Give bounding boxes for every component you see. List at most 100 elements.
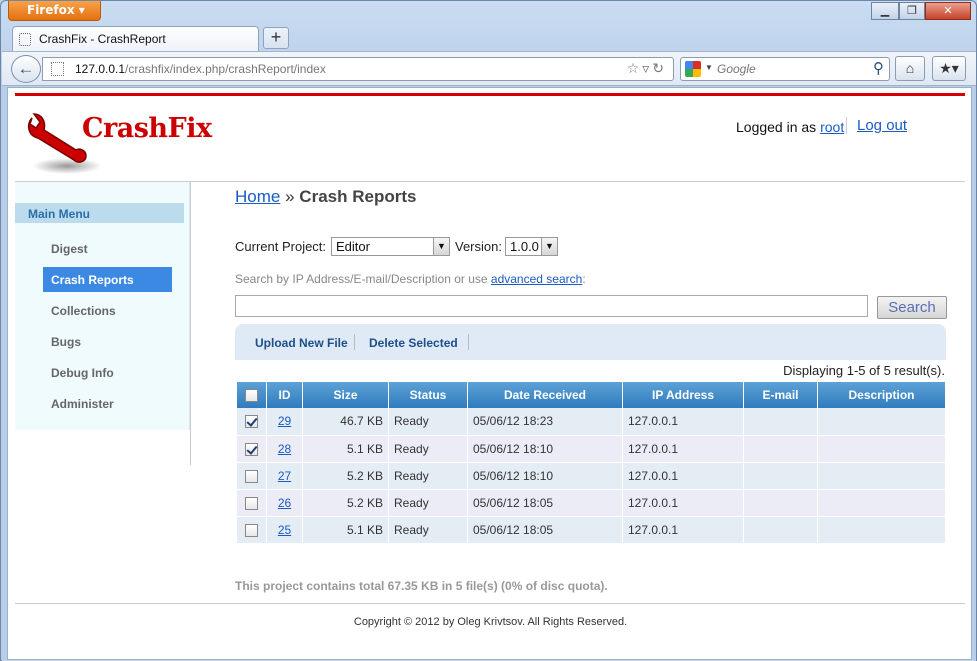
table-row: 26 5.2 KB Ready 05/06/12 18:05 127.0.0.1 <box>236 489 945 517</box>
cell-size: 5.2 KB <box>302 462 389 490</box>
page-favicon-icon <box>19 33 31 46</box>
column-header-size[interactable]: Size <box>302 382 389 408</box>
report-id-link[interactable]: 26 <box>278 496 291 510</box>
username-link[interactable]: root <box>820 119 844 135</box>
row-checkbox[interactable] <box>245 523 258 537</box>
sidebar-item-administer[interactable]: Administer <box>43 391 172 416</box>
maximize-button[interactable]: ❐ <box>899 2 925 20</box>
cell-id: 28 <box>266 435 303 463</box>
footer-copyright: Copyright © 2012 by Oleg Krivtsov. All R… <box>353 616 628 628</box>
column-header-status[interactable]: Status <box>388 382 468 408</box>
column-header-email[interactable]: E-mail <box>743 382 818 408</box>
cell-description <box>817 408 945 436</box>
table-row: 27 5.2 KB Ready 05/06/12 18:10 127.0.0.1 <box>236 462 945 490</box>
cell-email <box>743 516 818 544</box>
crashfix-logo[interactable]: CrashFix <box>22 108 212 183</box>
crash-reports-table: ID Size Status Date Received IP Address … <box>236 382 945 544</box>
action-separator <box>354 334 355 350</box>
cell-ip: 127.0.0.1 <box>622 408 744 436</box>
breadcrumb-separator: » <box>285 187 295 206</box>
upload-new-file-button[interactable]: Upload New File <box>255 336 348 350</box>
row-checkbox[interactable] <box>245 415 258 429</box>
minimize-button[interactable]: ▁ <box>871 2 899 20</box>
breadcrumb-home-link[interactable]: Home <box>235 187 280 206</box>
row-checkbox[interactable] <box>245 496 258 510</box>
cell-size: 5.1 KB <box>302 435 389 463</box>
bookmark-star-icon[interactable]: ☆▿↻ <box>627 60 667 77</box>
logout-link[interactable]: Log out <box>846 117 907 134</box>
url-path: /crashfix/index.php/crashReport/index <box>125 62 326 76</box>
table-row: 25 5.1 KB Ready 05/06/12 18:05 127.0.0.1 <box>236 516 945 544</box>
firefox-menu-button[interactable]: Firefox ▾ <box>8 1 101 21</box>
home-icon[interactable]: ⌂ <box>895 56 925 81</box>
bookmarks-icon[interactable]: ★▾ <box>932 56 966 81</box>
url-host: 127.0.0.1 <box>75 62 126 76</box>
report-id-link[interactable]: 28 <box>278 442 291 456</box>
cell-ip: 127.0.0.1 <box>622 516 744 544</box>
cell-size: 5.1 KB <box>302 516 389 544</box>
footer-divider <box>15 603 965 604</box>
action-bar: Upload New File Delete Selected <box>235 324 946 360</box>
sidebar-divider <box>190 182 191 465</box>
advanced-search-link[interactable]: advanced search <box>491 272 582 286</box>
row-checkbox[interactable] <box>245 469 258 483</box>
report-id-link[interactable]: 27 <box>278 469 291 483</box>
sidebar-item-bugs[interactable]: Bugs <box>43 329 172 354</box>
column-header-ip-address[interactable]: IP Address <box>622 382 744 408</box>
breadcrumb: Home » Crash Reports <box>235 187 416 207</box>
logged-in-label: Logged in as <box>736 119 817 135</box>
cell-date: 05/06/12 18:23 <box>467 408 623 436</box>
chevron-down-icon: ▼ <box>433 238 449 255</box>
close-window-button[interactable]: ✕ <box>925 2 971 20</box>
new-tab-button[interactable]: + <box>263 27 289 49</box>
sidebar-item-collections[interactable]: Collections <box>43 298 172 323</box>
login-status: Logged in as root <box>736 119 844 135</box>
browser-tab[interactable]: CrashFix - CrashReport <box>12 26 259 51</box>
search-button[interactable]: Search <box>877 296 947 319</box>
sidebar: Main Menu Digest Crash Reports Collectio… <box>15 182 190 430</box>
sidebar-item-digest[interactable]: Digest <box>43 236 172 261</box>
column-header-description[interactable]: Description <box>817 382 945 408</box>
project-select[interactable]: Editor ▼ <box>331 237 450 256</box>
cell-id: 27 <box>266 462 303 490</box>
cell-id: 26 <box>266 489 303 517</box>
report-id-link[interactable]: 25 <box>278 523 291 537</box>
cell-date: 05/06/12 18:05 <box>467 516 623 544</box>
cell-id: 29 <box>266 408 303 436</box>
column-header-date-received[interactable]: Date Received <box>467 382 623 408</box>
version-label: Version: <box>455 239 502 254</box>
cell-description <box>817 462 945 490</box>
search-input[interactable] <box>235 295 868 317</box>
cell-status: Ready <box>388 435 468 463</box>
search-engine-dropdown-icon[interactable]: ▼ <box>705 63 713 72</box>
cell-ip: 127.0.0.1 <box>622 489 744 517</box>
report-id-link[interactable]: 29 <box>278 414 291 428</box>
search-hint: Search by IP Address/E-mail/Description … <box>235 272 586 286</box>
select-all-checkbox[interactable] <box>245 389 258 403</box>
cell-ip: 127.0.0.1 <box>622 462 744 490</box>
sidebar-item-debug-info[interactable]: Debug Info <box>43 360 172 385</box>
back-arrow-icon[interactable]: ← <box>11 55 41 83</box>
action-separator <box>468 334 469 350</box>
browser-search-box[interactable]: ▼ Google ⚲ <box>680 57 890 81</box>
search-placeholder: Google <box>717 62 756 76</box>
sidebar-item-crash-reports[interactable]: Crash Reports <box>43 267 172 292</box>
row-checkbox[interactable] <box>245 442 258 456</box>
cell-size: 46.7 KB <box>302 408 389 436</box>
version-select[interactable]: 1.0.0 ▼ <box>505 237 558 256</box>
version-select-value: 1.0.0 <box>510 239 539 254</box>
delete-selected-button[interactable]: Delete Selected <box>369 336 458 350</box>
column-header-id[interactable]: ID <box>266 382 303 408</box>
tab-title: CrashFix - CrashReport <box>39 32 166 46</box>
table-header-row: ID Size Status Date Received IP Address … <box>236 382 945 408</box>
search-icon[interactable]: ⚲ <box>873 59 884 77</box>
google-logo-icon <box>685 61 701 77</box>
row-select-cell <box>236 408 267 436</box>
cell-ip: 127.0.0.1 <box>622 435 744 463</box>
cell-description <box>817 435 945 463</box>
web-page: CrashFix Logged in as root Log out Main … <box>7 87 972 660</box>
logo-text: CrashFix <box>82 113 212 144</box>
browser-window: Firefox ▾ ▁ ❐ ✕ CrashFix - CrashReport +… <box>0 0 977 661</box>
address-bar[interactable]: 127.0.0.1/crashfix/index.php/crashReport… <box>42 57 674 81</box>
row-select-cell <box>236 462 267 490</box>
